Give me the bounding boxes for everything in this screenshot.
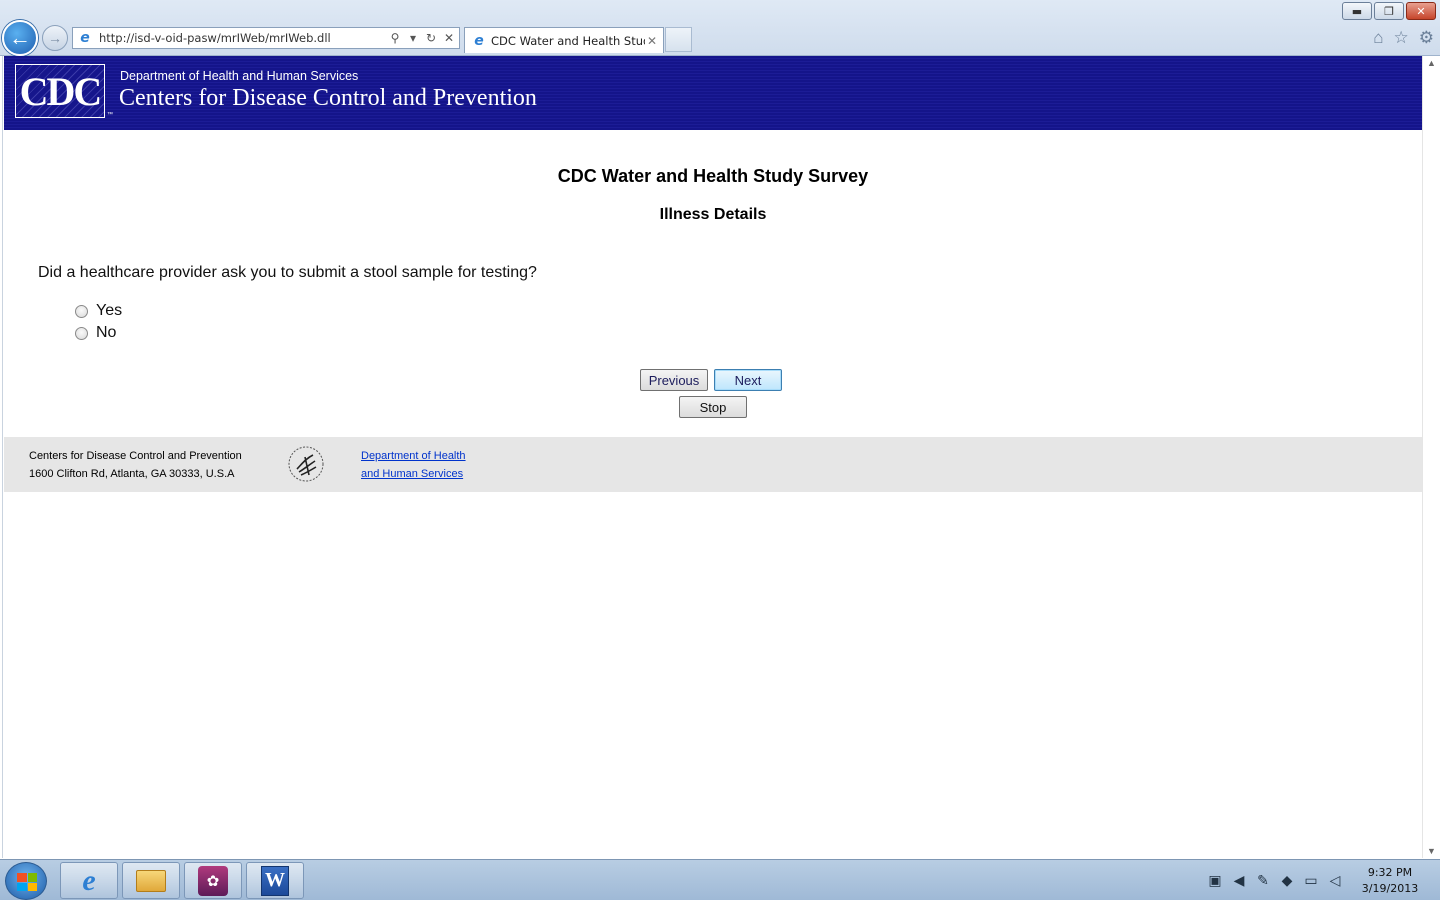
system-tray: ▣ ◀ ✎ ◆ ▭ ◁: [1206, 872, 1344, 889]
yes-label[interactable]: Yes: [96, 302, 122, 320]
speaker-icon[interactable]: ◀: [1230, 872, 1248, 889]
scroll-up-icon[interactable]: ▲: [1427, 58, 1436, 68]
search-icon[interactable]: ⚲: [387, 31, 403, 45]
forward-button[interactable]: →: [42, 25, 68, 51]
agency-name: Centers for Disease Control and Preventi…: [119, 85, 537, 111]
back-button[interactable]: ←: [2, 20, 38, 56]
network-icon[interactable]: ▣: [1206, 872, 1224, 889]
new-tab-button[interactable]: [665, 27, 692, 52]
stop-button[interactable]: Stop: [679, 396, 747, 418]
home-icon[interactable]: ⌂: [1373, 28, 1383, 48]
previous-button[interactable]: Previous: [640, 369, 708, 391]
window-controls: ▬ ❐ ✕: [1342, 2, 1436, 20]
browser-tools: ⌂ ☆ ⚙: [1373, 28, 1434, 48]
no-radio[interactable]: [75, 326, 88, 340]
vertical-scrollbar[interactable]: ▲ ▼: [1422, 56, 1440, 858]
yes-radio[interactable]: [75, 304, 88, 318]
windows-logo-icon: [17, 873, 37, 891]
back-icon: ←: [9, 25, 31, 50]
taskbar-windows-explorer[interactable]: [122, 862, 180, 899]
address-bar[interactable]: e http://isd-v-oid-pasw/mrIWeb/mrIWeb.dl…: [72, 27, 460, 49]
dropdown-icon[interactable]: ▾: [405, 31, 421, 45]
tab-close-button[interactable]: ✕: [645, 34, 659, 48]
word-icon: W: [261, 865, 289, 896]
internet-explorer-icon: e: [82, 863, 96, 897]
clock-date: 3/19/2013: [1361, 882, 1419, 895]
hhs-link-line1[interactable]: Department of Health: [361, 450, 466, 462]
start-button[interactable]: [5, 862, 47, 900]
tray-tool-icon[interactable]: ✎: [1254, 872, 1272, 889]
ie-tab-icon: e: [474, 32, 484, 49]
trademark-mark: ™: [107, 112, 113, 118]
hhs-link-line2[interactable]: and Human Services: [361, 468, 463, 480]
tab-title[interactable]: CDC Water and Health Study: [491, 34, 645, 48]
page-footer: Centers for Disease Control and Preventi…: [4, 437, 1422, 492]
tools-gear-icon[interactable]: ⚙: [1419, 28, 1434, 48]
taskbar-internet-explorer[interactable]: e: [60, 862, 118, 899]
windows-taskbar: e ✿ W ▣ ◀ ✎ ◆ ▭ ◁ 9:32 PM 3/19/2013: [0, 859, 1440, 900]
footer-address: 1600 Clifton Rd, Atlanta, GA 30333, U.S.…: [29, 468, 235, 480]
survey-title: CDC Water and Health Study Survey: [557, 166, 869, 186]
security-shield-icon[interactable]: ◆: [1278, 872, 1296, 889]
close-window-button[interactable]: ✕: [1406, 2, 1436, 20]
browser-tab[interactable]: e CDC Water and Health Study ✕: [464, 27, 664, 53]
taskbar-spss-app[interactable]: ✿: [184, 862, 242, 899]
taskbar-microsoft-word[interactable]: W: [246, 862, 304, 899]
stop-load-icon[interactable]: ✕: [441, 31, 457, 45]
clock-time: 9:32 PM: [1367, 866, 1413, 879]
section-title: Illness Details: [659, 206, 767, 223]
restore-button[interactable]: ❐: [1374, 2, 1404, 20]
favorites-star-icon[interactable]: ☆: [1394, 28, 1409, 48]
next-button[interactable]: Next: [714, 369, 782, 391]
hhs-eagle-seal-icon: [288, 446, 324, 482]
cdc-logo: CDC: [15, 64, 105, 118]
option-no[interactable]: No: [75, 324, 116, 342]
ie-icon: e: [80, 30, 90, 46]
department-name: Department of Health and Human Services: [120, 69, 359, 83]
minimize-button[interactable]: ▬: [1342, 2, 1372, 20]
question-text: Did a healthcare provider ask you to sub…: [38, 264, 537, 281]
spss-icon: ✿: [198, 865, 228, 896]
address-url[interactable]: http://isd-v-oid-pasw/mrIWeb/mrIWeb.dll: [99, 31, 387, 45]
volume-icon[interactable]: ◁: [1326, 872, 1344, 889]
page-content: CDC ™ Department of Health and Human Ser…: [2, 56, 1422, 858]
refresh-icon[interactable]: ↻: [423, 31, 439, 45]
browser-chrome: ▬ ❐ ✕ ← → e http://isd-v-oid-pasw/mrIWeb…: [0, 0, 1440, 56]
folder-icon: [136, 869, 166, 892]
scroll-down-icon[interactable]: ▼: [1427, 846, 1436, 856]
monitor-icon[interactable]: ▭: [1302, 872, 1320, 889]
no-label[interactable]: No: [96, 324, 116, 342]
footer-org: Centers for Disease Control and Preventi…: [29, 450, 242, 462]
option-yes[interactable]: Yes: [75, 302, 122, 320]
forward-icon: →: [48, 30, 62, 46]
system-clock[interactable]: 9:32 PM 3/19/2013: [1352, 865, 1428, 897]
cdc-banner: CDC ™ Department of Health and Human Ser…: [4, 56, 1422, 130]
